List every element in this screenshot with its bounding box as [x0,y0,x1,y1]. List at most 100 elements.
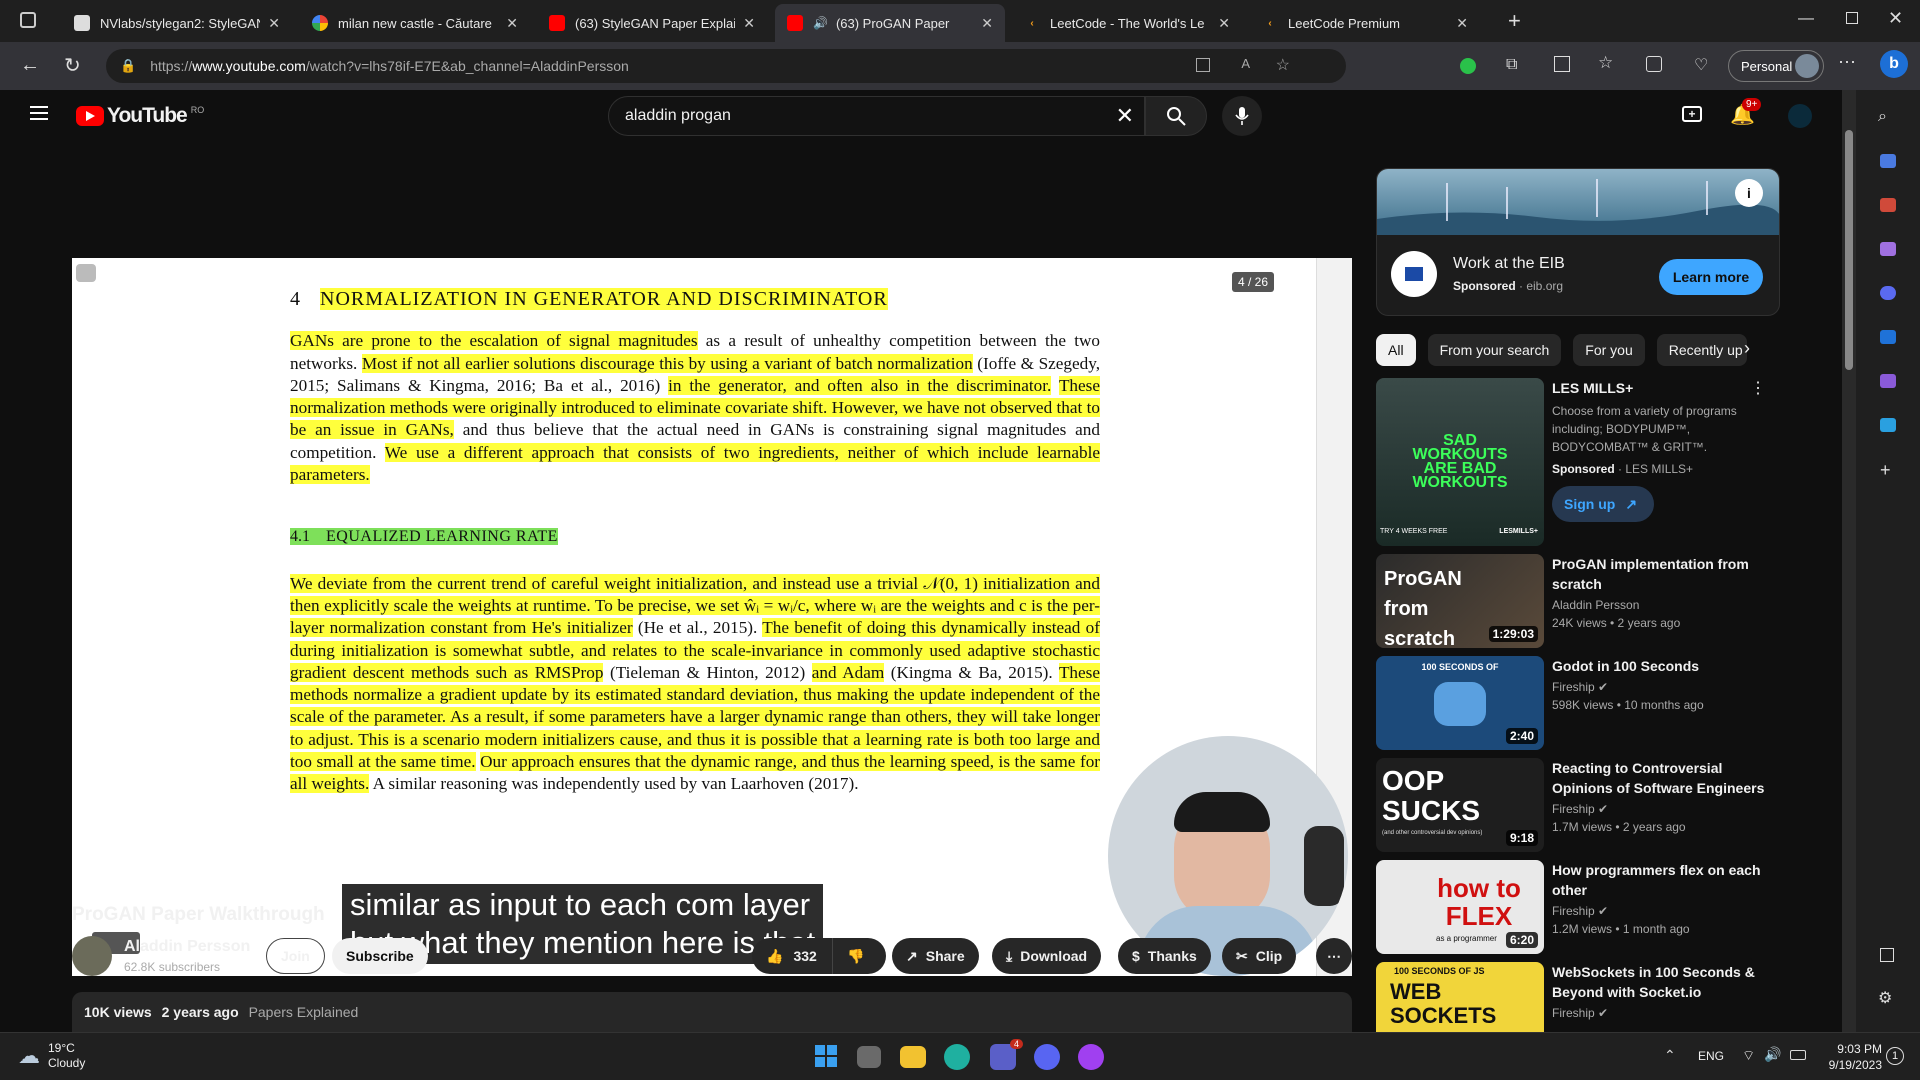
task-view-icon[interactable] [857,1046,881,1068]
sidebar-tag-icon[interactable] [1880,154,1896,168]
account-avatar[interactable] [1788,104,1812,128]
search-input[interactable]: aladdin progan ✕ [608,96,1145,136]
rec-controversial-opinions[interactable]: OOP SUCKS (and other controversial dev o… [1376,758,1776,854]
weather-widget[interactable]: ☁ 19°C Cloudy [18,1041,85,1071]
clear-search-icon[interactable]: ✕ [1116,103,1134,129]
sidebar-games-icon[interactable] [1880,242,1896,256]
rec-programmers-flex[interactable]: how to FLEX as a programmer 6:20 How pro… [1376,860,1776,956]
sign-up-button[interactable]: Sign up ↗ [1552,486,1654,522]
playlist-link[interactable]: Papers Explained [249,1004,359,1020]
ad-card[interactable]: i Work at the EIB Sponsored · eib.org Le… [1376,168,1780,316]
tab-close-icon[interactable]: ✕ [1456,15,1468,32]
battery-icon[interactable] [1790,1050,1806,1060]
join-button[interactable]: Join [266,938,325,974]
notification-center-badge[interactable]: 1 [1886,1047,1904,1065]
like-button[interactable]: 👍 332 [752,938,832,974]
learn-more-button[interactable]: Learn more [1659,259,1763,295]
sidebar-tools-icon[interactable] [1880,198,1896,212]
extension-green-icon[interactable] [1460,58,1476,74]
read-aloud-icon[interactable]: A [1241,56,1250,71]
extensions-icon[interactable]: ⧉ [1506,56,1517,74]
channel-name[interactable]: Aladdin Persson [124,938,250,956]
chip-for-you[interactable]: For you [1573,334,1645,366]
ad-info-icon[interactable]: i [1735,179,1763,207]
browser-tab[interactable]: NVlabs/stylegan2: StyleGAN ✕ [62,4,292,42]
tab-close-icon[interactable]: ✕ [743,15,755,32]
close-window-button[interactable]: ✕ [1888,8,1903,29]
messenger-icon[interactable] [1078,1044,1104,1070]
app-available-icon[interactable] [1196,58,1210,72]
language-indicator[interactable]: ENG [1698,1049,1724,1063]
collections-icon[interactable] [1646,56,1662,72]
share-button[interactable]: ↗ Share [892,938,979,974]
sponsored-menu-icon[interactable]: ⋮ [1750,378,1766,398]
discord-icon[interactable] [1034,1044,1060,1070]
refresh-icon[interactable]: ↻ [64,53,81,78]
wifi-icon[interactable]: ⌔ [1742,1047,1755,1065]
chip-all[interactable]: All [1376,334,1416,366]
url-field[interactable]: 🔒 https:// www.youtube.com /watch?v=lhs7… [106,49,1346,83]
chip-recently-uploaded[interactable]: Recently up [1656,334,1747,366]
tab-close-icon[interactable]: ✕ [981,15,993,32]
tab-close-icon[interactable]: ✕ [268,15,280,32]
url-host: www.youtube.com [192,58,306,74]
settings-more-icon[interactable]: ⋯ [1838,52,1856,73]
tab-close-icon[interactable]: ✕ [1218,15,1230,32]
restore-button[interactable] [1846,12,1858,24]
menu-icon[interactable] [30,106,48,120]
performance-icon[interactable]: ♡ [1694,55,1708,75]
clip-button[interactable]: ✂ Clip [1222,938,1297,974]
channel-avatar[interactable] [72,936,112,976]
sidebar-designer-icon[interactable] [1880,374,1896,388]
browser-tab[interactable]: 🔊 (63) ProGAN Paper ✕ [775,4,1005,42]
video-player[interactable]: 4 / 26 4 NORMALIZATION IN GENERATOR AND D… [72,258,1352,976]
more-actions-button[interactable]: ⋯ [1316,938,1352,974]
voice-search-button[interactable] [1222,96,1262,136]
rec-thumb-subtext: as a programmer [1436,934,1497,943]
edge-sidebar: ⌕ + ⚙ [1856,90,1920,1032]
clock[interactable]: 9:03 PM 9/19/2023 [1826,1041,1882,1073]
sidebar-add-icon[interactable]: + [1880,460,1891,481]
download-button[interactable]: ⤓ Download [992,938,1102,974]
sidebar-copilot-icon[interactable] [1880,286,1896,300]
chips-next-icon[interactable]: › [1744,338,1750,359]
bing-copilot-icon[interactable]: b [1880,50,1908,78]
browser-tab[interactable]: milan new castle - Căutare ✕ [300,4,530,42]
start-button[interactable] [815,1045,837,1067]
split-screen-icon[interactable] [1554,56,1570,72]
browser-tab[interactable]: ‹ LeetCode - The World's Le ✕ [1012,4,1242,42]
edge-icon[interactable] [944,1044,970,1070]
sponsored-recommendation[interactable]: SAD WORKOUTS ARE BAD WORKOUTS TRY 4 WEEK… [1376,378,1776,550]
sidebar-search-icon[interactable]: ⌕ [1878,108,1887,126]
subscribe-button[interactable]: Subscribe [332,938,428,974]
tab-actions-icon[interactable] [20,12,36,28]
thanks-button[interactable]: $ Thanks [1118,938,1211,974]
rec-godot[interactable]: 100 SECONDS OF 2:40 Godot in 100 Seconds… [1376,656,1776,752]
profile-button[interactable]: Personal [1728,50,1824,82]
search-button[interactable] [1145,96,1207,136]
tray-chevron-icon[interactable]: ⌃ [1664,1047,1676,1064]
tab-close-icon[interactable]: ✕ [506,15,518,32]
description-box[interactable]: 10K views 2 years ago Papers Explained [72,992,1352,1032]
back-icon[interactable]: ← [20,54,40,77]
file-explorer-icon[interactable] [900,1046,926,1068]
favorite-star-icon[interactable]: ☆ [1276,55,1290,75]
dislike-button[interactable]: 👎 [832,938,886,974]
page-scrollbar[interactable] [1842,90,1856,1032]
sidebar-drop-icon[interactable] [1880,418,1896,432]
browser-tab[interactable]: ‹ LeetCode Premium ✕ [1250,4,1480,42]
youtube-logo[interactable]: YouTube RO [76,104,204,128]
sidebar-outlook-icon[interactable] [1880,330,1896,344]
favorites-icon[interactable]: ☆ [1598,53,1613,73]
create-video-icon[interactable]: + [1682,106,1702,122]
tab-audio-icon[interactable]: 🔊 [813,16,828,30]
rec-progan-implementation[interactable]: ProGAN from scratch 1:29:03 ProGAN imple… [1376,554,1776,650]
minimize-button[interactable]: — [1798,10,1814,28]
chip-from-your-search[interactable]: From your search [1427,334,1562,366]
rec-websockets[interactable]: 100 SECONDS OF JS WEB SOCKETS WebSockets… [1376,962,1776,1032]
sidebar-settings-icon[interactable]: ⚙ [1878,988,1892,1008]
browser-tab[interactable]: (63) StyleGAN Paper Explain ✕ [537,4,767,42]
volume-icon[interactable]: 🔊 [1764,1046,1781,1063]
new-tab-button[interactable]: + [1508,8,1521,34]
sidebar-panel-icon[interactable] [1880,948,1894,962]
